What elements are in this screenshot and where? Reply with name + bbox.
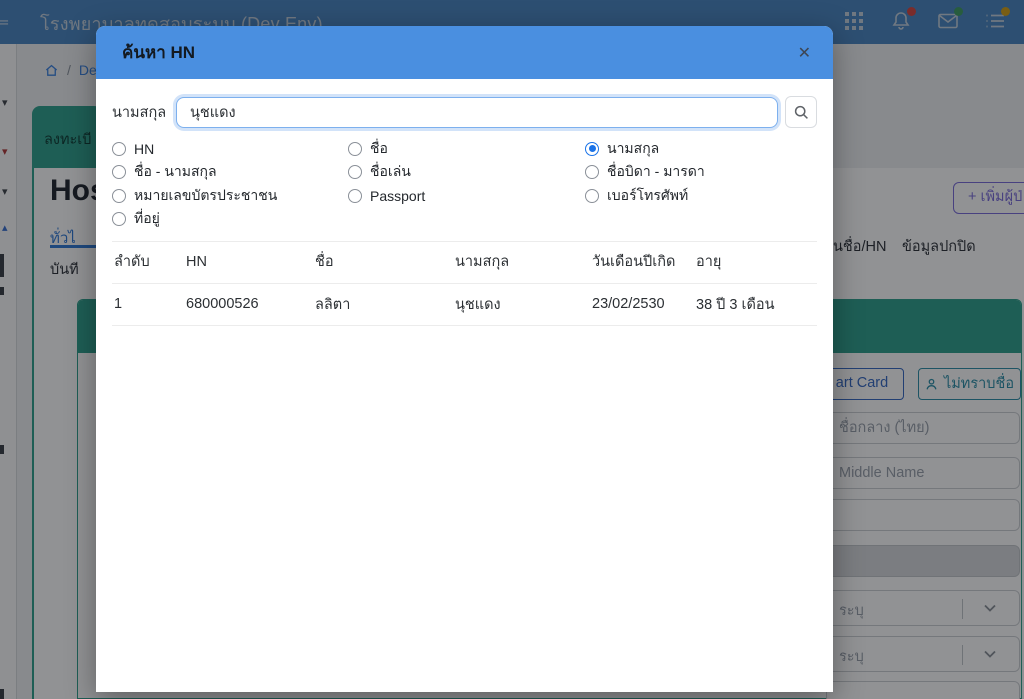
- search-button[interactable]: [785, 96, 817, 128]
- cell-age: 38 ปี 3 เดือน: [696, 283, 817, 326]
- radio-circle: [112, 141, 126, 156]
- cell-first-name: ลลิตา: [315, 283, 455, 326]
- radio-passport[interactable]: Passport: [348, 186, 585, 205]
- col-hn: HN: [186, 240, 315, 284]
- radio-nickname[interactable]: ชื่อเล่น: [348, 163, 585, 182]
- radio-address[interactable]: ที่อยู่: [112, 210, 348, 229]
- radio-circle: [348, 188, 362, 203]
- search-row: นามสกุล: [112, 96, 817, 128]
- radio-circle: [348, 141, 362, 156]
- radio-circle: [585, 165, 599, 179]
- radio-circle: [112, 188, 126, 203]
- radio-circle: [585, 141, 599, 156]
- cell-birthdate: 23/02/2530: [592, 283, 696, 326]
- radio-circle: [112, 165, 126, 179]
- search-hn-modal: ค้นหา HN ✕ นามสกุล HN ชื่อ นามสกุล ชื่อ …: [96, 26, 833, 692]
- radio-last-name[interactable]: นามสกุล: [585, 139, 815, 158]
- col-birthdate: วันเดือนปีเกิด: [592, 240, 696, 284]
- cell-last-name: นุชแดง: [455, 283, 592, 326]
- radio-circle: [112, 212, 126, 226]
- radio-phone[interactable]: เบอร์โทรศัพท์: [585, 186, 815, 205]
- modal-body: นามสกุล HN ชื่อ นามสกุล ชื่อ - นามสกุล ช…: [96, 79, 833, 326]
- search-icon: [794, 105, 808, 119]
- search-input[interactable]: [176, 96, 778, 128]
- radio-first-name[interactable]: ชื่อ: [348, 139, 585, 158]
- radio-full-name[interactable]: ชื่อ - นามสกุล: [112, 163, 348, 182]
- cell-hn: 680000526: [186, 283, 315, 326]
- table-row[interactable]: 1 680000526 ลลิตา นุชแดง 23/02/2530 38 ป…: [112, 283, 817, 326]
- modal-header: ค้นหา HN ✕: [96, 26, 833, 79]
- col-last-name: นามสกุล: [455, 240, 592, 284]
- radio-circle: [348, 165, 362, 179]
- table-header-row: ลำดับ HN ชื่อ นามสกุล วันเดือนปีเกิด อาย…: [112, 240, 817, 284]
- col-first-name: ชื่อ: [315, 240, 455, 284]
- search-mode-radios: HN ชื่อ นามสกุล ชื่อ - นามสกุล ชื่อเล่น …: [112, 139, 817, 229]
- cell-index: 1: [112, 283, 186, 326]
- screen: ⇐ โรงพยาบาลทดสอบระบบ (Dev Env) ▾ ▾ ▾ ▴ /…: [0, 0, 1024, 699]
- col-index: ลำดับ: [112, 240, 186, 284]
- search-results-table: ลำดับ HN ชื่อ นามสกุล วันเดือนปีเกิด อาย…: [112, 240, 817, 326]
- radio-hn[interactable]: HN: [112, 139, 348, 158]
- modal-title: ค้นหา HN: [122, 43, 196, 62]
- radio-citizen-id[interactable]: หมายเลขบัตรประชาชน: [112, 186, 348, 205]
- col-age: อายุ: [696, 240, 817, 284]
- radio-parent-name[interactable]: ชื่อบิดา - มารดา: [585, 163, 815, 182]
- radio-circle: [585, 188, 599, 203]
- search-label: นามสกุล: [112, 104, 167, 121]
- close-icon[interactable]: ✕: [798, 43, 811, 63]
